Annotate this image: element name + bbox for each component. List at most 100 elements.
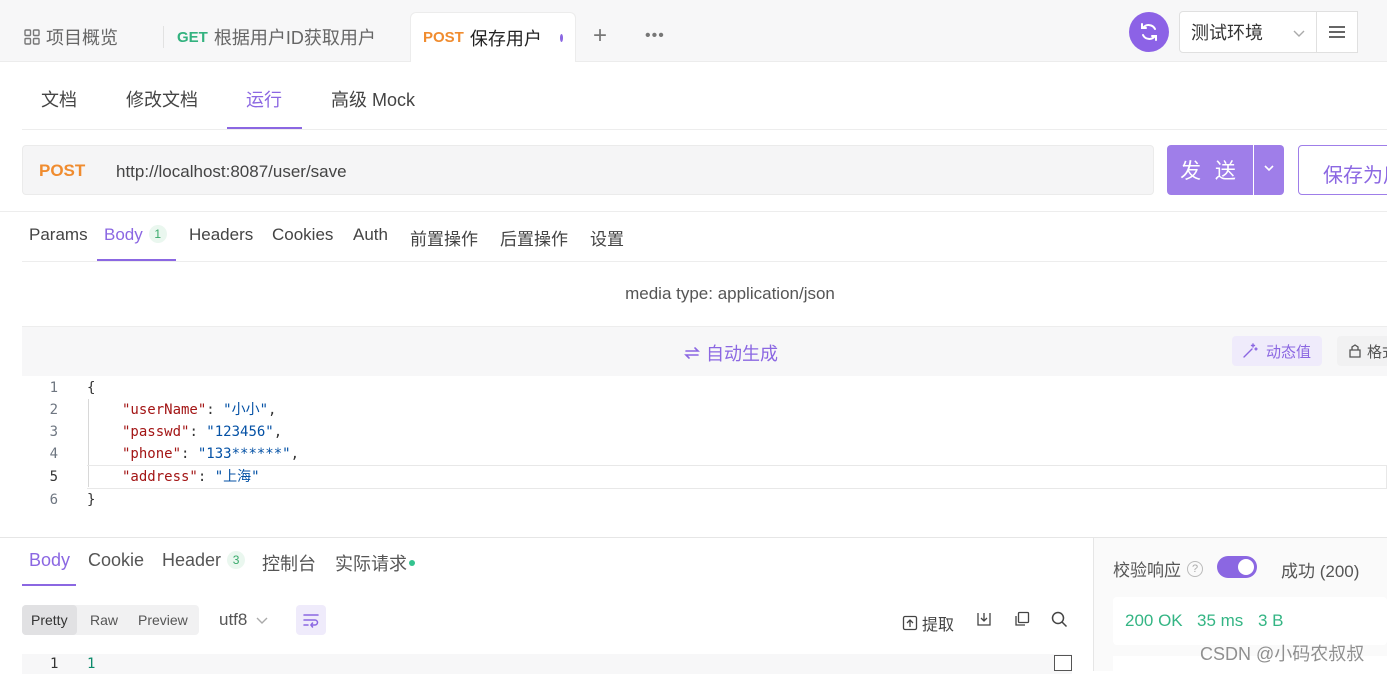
- json-comma: ,: [290, 446, 300, 462]
- response-tab-console[interactable]: 控制台: [262, 550, 316, 576]
- tab-divider: [163, 26, 164, 48]
- tab-label: 根据用户ID获取用户: [213, 28, 376, 48]
- view-pretty[interactable]: Pretty: [22, 605, 77, 635]
- json-key: "passwd": [122, 424, 190, 440]
- json-body-editor[interactable]: 1 { 2 "userName": "小小", 3 "passwd": "123…: [22, 377, 1387, 537]
- divider: [0, 211, 1387, 212]
- tab-post-script[interactable]: 后置操作: [500, 225, 568, 250]
- extract-button[interactable]: 提取: [902, 611, 954, 635]
- tab-get-user-by-id[interactable]: GET 根据用户ID获取用户: [177, 12, 376, 62]
- environment-select[interactable]: 测试环境: [1179, 11, 1317, 53]
- response-body-text: 1: [87, 656, 96, 672]
- tab-project-overview[interactable]: 项目概览: [24, 12, 118, 62]
- swap-icon: [683, 345, 701, 361]
- line-number: 5: [49, 469, 58, 485]
- subnav-doc[interactable]: 文档: [41, 86, 77, 112]
- code-line: 1 {: [22, 377, 1387, 399]
- format-button[interactable]: 格式: [1337, 336, 1387, 366]
- watermark: CSDN @小码农叔叔: [1200, 644, 1365, 664]
- help-icon[interactable]: ?: [1187, 560, 1203, 577]
- code-text: "phone": "133******",: [122, 446, 300, 462]
- code-line: 5 "address": "上海": [22, 466, 1387, 488]
- verify-response-toggle[interactable]: [1217, 556, 1257, 578]
- chevron-down-icon: [1292, 24, 1306, 45]
- response-tab-actual-label: 实际请求: [335, 554, 407, 574]
- tab-save-user[interactable]: POST 保存用户: [410, 12, 576, 62]
- environment-label: 测试环境: [1191, 23, 1263, 43]
- line-number: 6: [49, 492, 58, 508]
- save-as-button[interactable]: 保存为用: [1298, 145, 1387, 195]
- tab-pre-script[interactable]: 前置操作: [410, 225, 478, 250]
- subnav-advanced-mock[interactable]: 高级 Mock: [331, 86, 415, 112]
- subnav-run[interactable]: 运行: [246, 86, 282, 112]
- menu-icon[interactable]: [1316, 11, 1358, 53]
- verify-response-label: 校验响应: [1113, 561, 1181, 580]
- header-count-badge: 3: [227, 551, 246, 569]
- tab-body[interactable]: Body 1: [104, 225, 167, 245]
- method-get: GET: [177, 28, 208, 46]
- extract-label: 提取: [922, 617, 955, 634]
- send-button[interactable]: 发 送: [1167, 145, 1253, 195]
- dynamic-value-button[interactable]: 动态值: [1232, 336, 1322, 366]
- code-line: 4 "phone": "133******",: [22, 443, 1387, 465]
- grid-icon: [24, 29, 40, 45]
- line-number: 3: [49, 424, 58, 440]
- auto-generate-button[interactable]: 自动生成: [683, 340, 778, 366]
- code-text: }: [87, 492, 96, 508]
- dynamic-value-label: 动态值: [1266, 343, 1312, 361]
- tab-auth[interactable]: Auth: [353, 225, 388, 245]
- sync-icon[interactable]: [1129, 12, 1169, 52]
- url-bar[interactable]: POST http://localhost:8087/user/save: [22, 145, 1154, 195]
- method-post: POST: [423, 29, 464, 46]
- send-options-button[interactable]: [1254, 145, 1284, 195]
- tab-cookies[interactable]: Cookies: [272, 225, 333, 245]
- tab-headers[interactable]: Headers: [189, 225, 253, 245]
- scrollbar[interactable]: [1054, 655, 1072, 671]
- response-tab-actual-request[interactable]: 实际请求: [335, 550, 415, 576]
- response-tab-header-label: Header: [162, 550, 222, 570]
- auto-generate-label: 自动生成: [706, 344, 778, 364]
- plus-icon[interactable]: +: [593, 24, 607, 48]
- json-value: "小小": [223, 402, 269, 418]
- response-body-viewer[interactable]: [22, 654, 1072, 674]
- tab-settings[interactable]: 设置: [590, 225, 624, 250]
- json-comma: ,: [268, 402, 277, 418]
- response-tab-body[interactable]: Body: [29, 550, 70, 571]
- response-tab-cookie[interactable]: Cookie: [88, 550, 144, 571]
- json-key: "address": [122, 469, 198, 485]
- code-text: "passwd": "123456",: [122, 424, 283, 440]
- magic-wand-icon: [1242, 343, 1258, 359]
- media-type-label: media type: application/json: [625, 284, 835, 303]
- subnav-edit-doc[interactable]: 修改文档: [126, 86, 198, 112]
- response-tab-indicator: [22, 584, 76, 586]
- tab-body-label: Body: [104, 225, 143, 244]
- line-number: 4: [49, 446, 58, 462]
- verify-response: 校验响应 ?: [1113, 556, 1203, 581]
- line-number: 1: [49, 380, 58, 396]
- chevron-down-icon: [255, 613, 269, 627]
- chevron-down-icon: [1263, 161, 1275, 179]
- download-icon[interactable]: [976, 611, 992, 627]
- format-icon: [1347, 343, 1363, 359]
- code-line: 3 "passwd": "123456",: [22, 421, 1387, 443]
- more-icon[interactable]: •••: [645, 28, 665, 44]
- response-time: 35 ms: [1197, 611, 1244, 630]
- search-icon[interactable]: [1051, 611, 1068, 628]
- code-text: "userName": "小小",: [122, 402, 277, 418]
- tab-params[interactable]: Params: [29, 225, 88, 245]
- status-dot-icon: [409, 560, 415, 566]
- verify-result: 成功 (200): [1281, 562, 1360, 581]
- tab-label: 项目概览: [46, 28, 118, 48]
- wrap-text-icon[interactable]: [296, 605, 326, 635]
- copy-icon[interactable]: [1014, 611, 1030, 627]
- json-value: "133******": [197, 446, 291, 462]
- method-select[interactable]: POST: [39, 161, 85, 181]
- body-count-badge: 1: [148, 225, 167, 243]
- view-raw[interactable]: Raw: [90, 605, 118, 635]
- json-key: "userName": [122, 402, 207, 418]
- url-input[interactable]: http://localhost:8087/user/save: [116, 162, 347, 182]
- encoding-select[interactable]: utf8: [219, 610, 269, 630]
- view-preview[interactable]: Preview: [138, 605, 188, 635]
- unsaved-dot-icon: [559, 33, 563, 42]
- response-tab-header[interactable]: Header 3: [162, 550, 246, 571]
